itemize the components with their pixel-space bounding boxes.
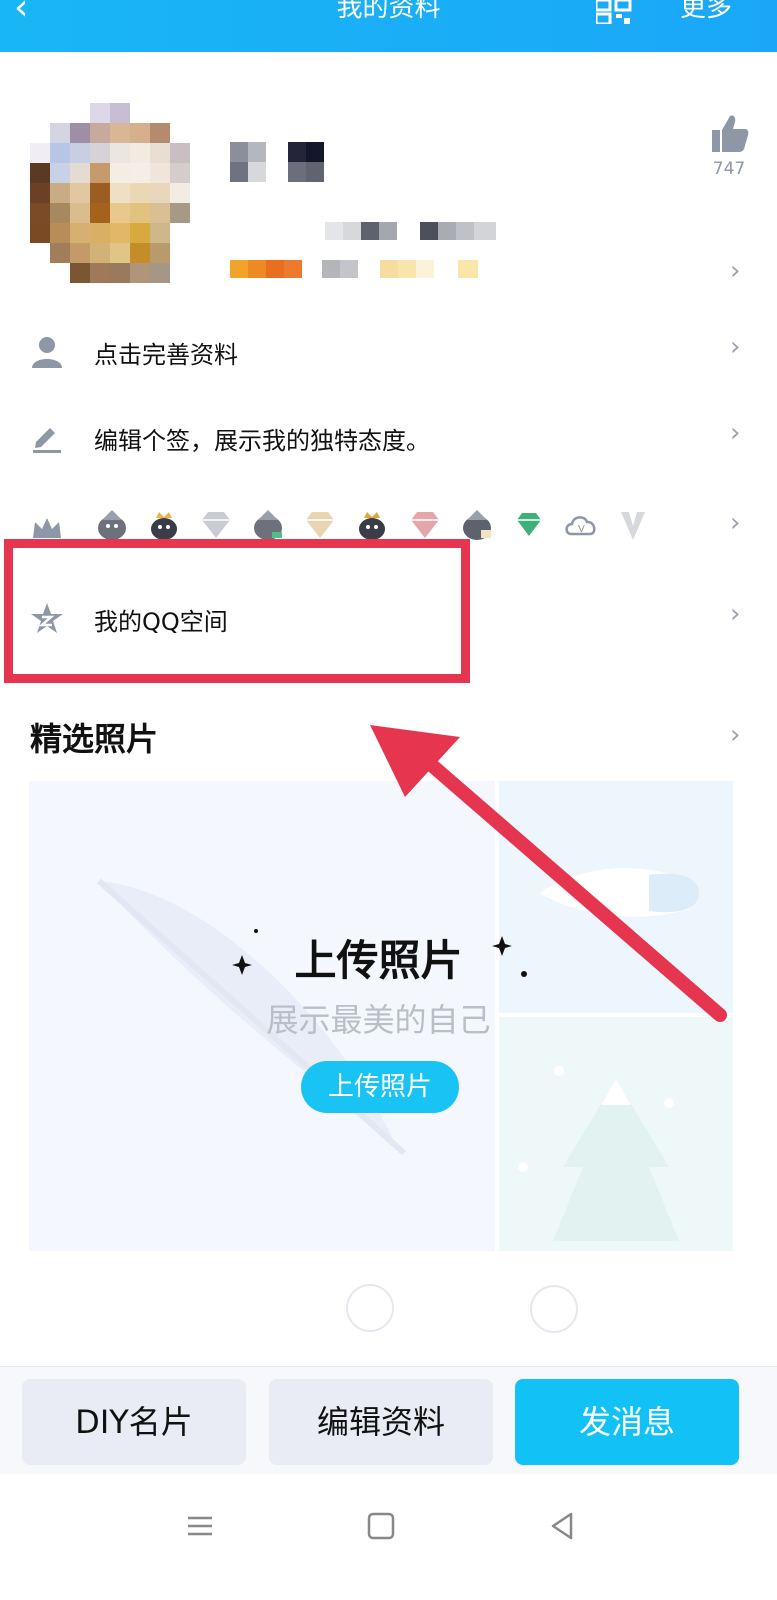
page-title: 我的资料 [336,0,441,23]
thumbs-up-icon [712,115,749,152]
penguin-badge [254,510,283,540]
like-counter[interactable]: 747 [705,112,753,179]
row-edit-signature[interactable]: 编辑个签，展示我的独特态度。 › [0,402,777,472]
menu-icon[interactable] [180,1506,220,1546]
top-app-bar: ‹ 我的资料 更多 [0,0,777,52]
diamond-badge [410,512,439,538]
pencil-icon [33,428,61,453]
penguin-badge [462,510,491,540]
diy-card-button[interactable]: DIY名片 [22,1379,246,1465]
home-square-icon[interactable] [361,1506,401,1546]
penguin-crown-badge [151,512,178,540]
v-badge [620,512,645,540]
user-icon [32,337,62,368]
more-button[interactable]: 更多 [680,0,732,26]
avatar[interactable] [30,103,210,283]
row-label: 编辑个签，展示我的独特态度。 [94,427,430,455]
circle-decoration-icon [346,1284,394,1332]
green-diamond-badge [516,513,541,536]
highlight-box [4,539,470,683]
section-title: 精选照片 [30,720,159,758]
upload-photo-button[interactable]: 上传照片 [301,1061,459,1113]
circle-decoration-icon [530,1285,578,1333]
chevron-right-icon: › [730,508,741,538]
diamond-badge [202,512,231,538]
penguin-crown-badge [359,512,386,540]
profile-chevron-icon[interactable]: › [730,256,740,286]
action-bar: DIY名片 编辑资料 发消息 [0,1366,777,1475]
profile-name-redacted [230,142,496,278]
send-message-button[interactable]: 发消息 [515,1379,739,1465]
penguin-badge [98,510,126,540]
chevron-right-icon: › [730,599,741,629]
cloud-v-badge: V [565,516,596,536]
row-label: 点击完善资料 [94,341,238,369]
photo-placeholder-small[interactable] [499,1017,733,1251]
qrcode-icon[interactable] [596,0,634,24]
edit-profile-button[interactable]: 编辑资料 [269,1379,493,1465]
system-nav-bar [0,1474,777,1600]
arrow-annotation-icon [370,725,727,1022]
back-triangle-icon[interactable] [543,1506,583,1546]
svg-text:V: V [578,524,585,535]
chevron-right-icon: › [730,332,741,362]
like-count: 747 [712,159,746,179]
tree-icon [518,1066,679,1241]
chevron-right-icon: › [730,418,741,448]
diamond-badge [306,512,335,538]
row-complete-profile[interactable]: 点击完善资料 › [0,316,777,386]
